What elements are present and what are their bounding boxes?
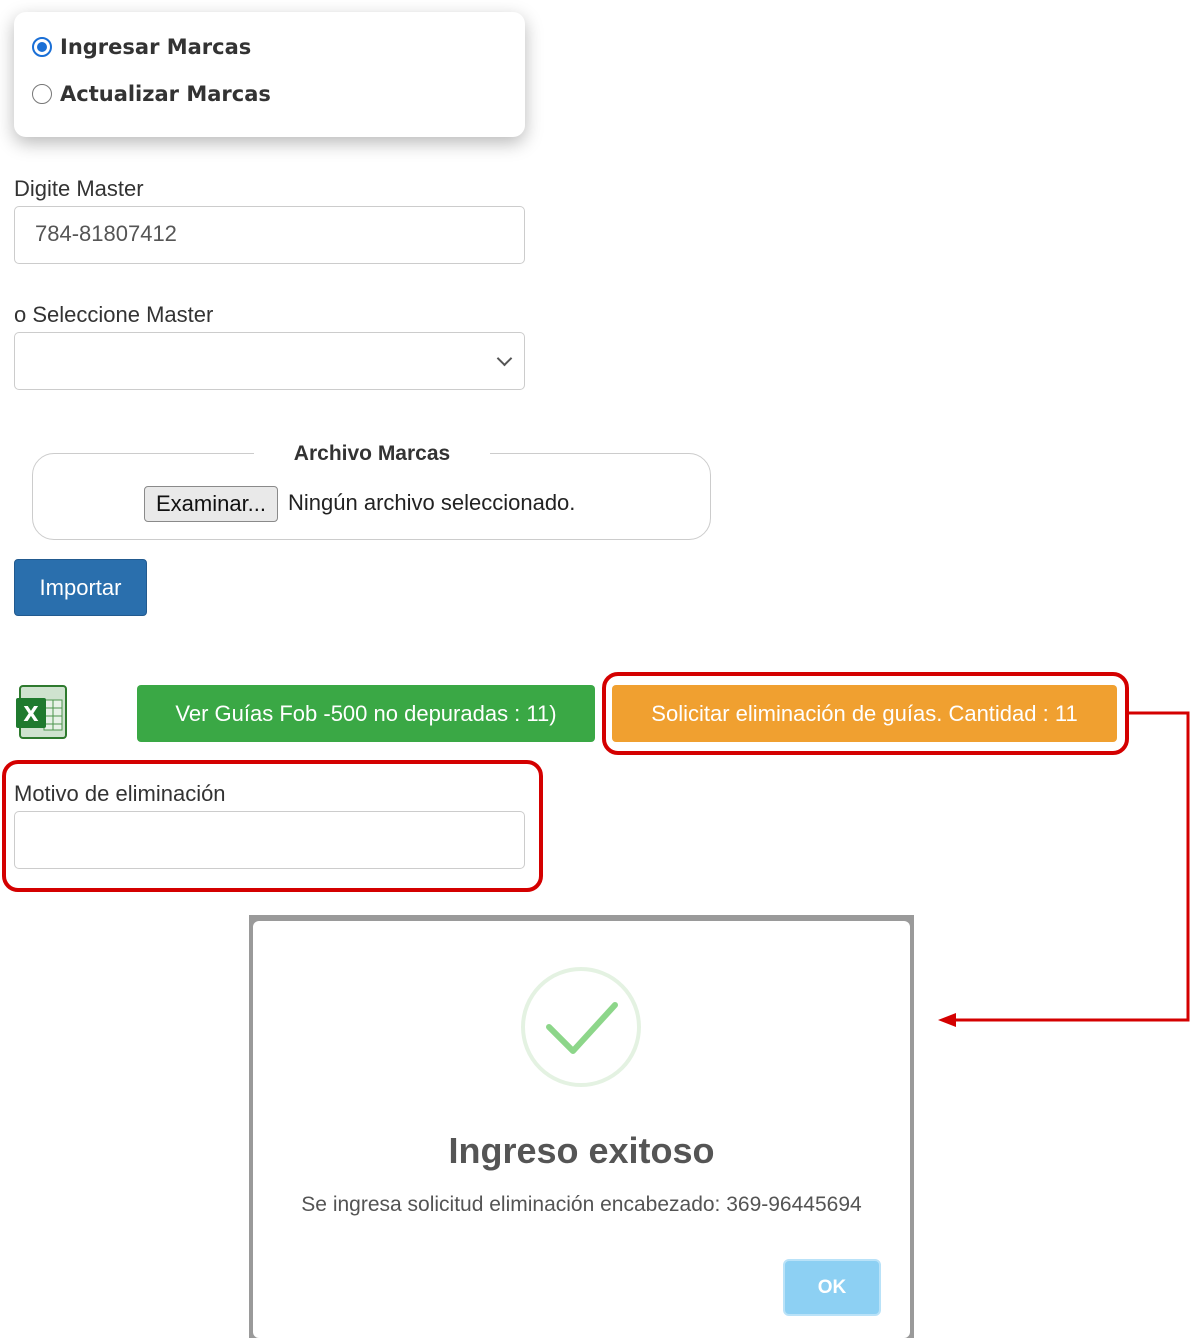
svg-text:X: X <box>23 702 39 726</box>
master-input-label: Digite Master <box>14 176 144 201</box>
radio-actualizar-marcas[interactable]: Actualizar Marcas <box>32 79 271 109</box>
radio-selected-icon[interactable] <box>32 37 52 57</box>
chevron-down-icon <box>496 350 513 367</box>
radio-label: Ingresar Marcas <box>60 35 252 59</box>
radio-label: Actualizar Marcas <box>60 82 271 106</box>
radio-ingresar-marcas[interactable]: Ingresar Marcas <box>32 32 251 62</box>
ok-button[interactable]: OK <box>783 1259 881 1316</box>
success-check-icon <box>521 967 641 1087</box>
connector-arrow <box>938 711 1190 1027</box>
excel-icon[interactable]: X <box>14 684 70 740</box>
radio-unselected-icon[interactable] <box>32 84 52 104</box>
master-select[interactable] <box>14 332 525 390</box>
import-button[interactable]: Importar <box>14 559 147 616</box>
master-select-label: o Seleccione Master <box>14 302 214 327</box>
file-status-text: Ningún archivo seleccionado. <box>288 490 576 515</box>
highlight-box-reason-field <box>2 760 543 892</box>
dialog-message: Se ingresa solicitud eliminación encabez… <box>301 1193 862 1216</box>
dialog-title: Ingreso exitoso <box>448 1130 715 1171</box>
master-input-value: 784-81807412 <box>35 221 177 246</box>
master-input[interactable]: 784-81807412 <box>14 206 525 264</box>
browse-file-button[interactable]: Examinar... <box>144 486 278 522</box>
view-guides-button[interactable]: Ver Guías Fob -500 no depuradas : 11) <box>137 685 595 742</box>
mode-selector-card: Ingresar Marcas Actualizar Marcas <box>14 12 525 137</box>
file-upload-legend: Archivo Marcas <box>254 440 490 468</box>
